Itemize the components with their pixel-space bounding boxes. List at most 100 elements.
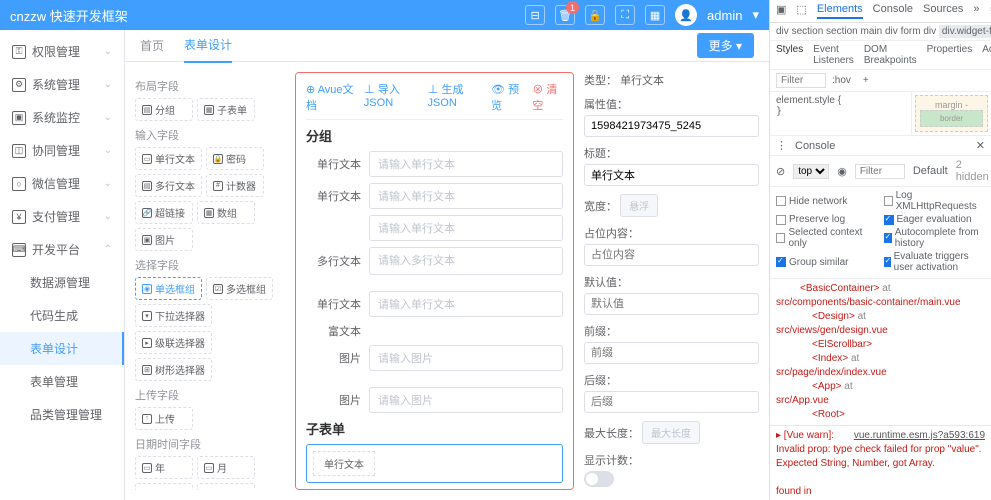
- palette-subform[interactable]: ▦子表单: [197, 98, 255, 121]
- sidebar-item-dev[interactable]: ⌨开发平台⌃: [0, 233, 124, 266]
- text-input[interactable]: 请输入单行文本: [369, 291, 563, 317]
- palette-upload[interactable]: ↑上传: [135, 407, 193, 430]
- username[interactable]: admin: [707, 8, 742, 23]
- tab-console[interactable]: Console: [873, 3, 913, 19]
- prop-ph-input[interactable]: [584, 244, 759, 266]
- source-link[interactable]: vue.runtime.esm.js?a593:619: [854, 429, 985, 443]
- close-icon[interactable]: ✕: [976, 139, 985, 152]
- palette-array[interactable]: ▦数组: [197, 201, 255, 224]
- tab-sources[interactable]: Sources: [923, 3, 963, 19]
- palette-radio[interactable]: ◉单选框组: [135, 277, 202, 300]
- device-icon[interactable]: ⬚: [796, 3, 806, 19]
- tab-listeners[interactable]: Event Listeners: [813, 44, 854, 66]
- doc-button[interactable]: ⊕ Avue文档: [306, 81, 356, 113]
- log-xhr-checkbox[interactable]: [884, 196, 893, 206]
- width-button[interactable]: 悬浮: [620, 194, 658, 217]
- grid-icon[interactable]: ▦: [645, 5, 665, 25]
- console-toggle[interactable]: ⋮: [776, 139, 787, 152]
- tab-elements[interactable]: Elements: [817, 3, 863, 19]
- sidebar-item-wechat[interactable]: ○微信管理⌄: [0, 167, 124, 200]
- clear-console[interactable]: ⊘: [776, 165, 785, 178]
- text-input[interactable]: 请输入单行文本: [369, 215, 563, 241]
- sidebar-item-pay[interactable]: ¥支付管理⌄: [0, 200, 124, 233]
- text-input[interactable]: 请输入图片: [369, 345, 563, 371]
- eager-eval-checkbox[interactable]: [884, 215, 894, 225]
- palette-year[interactable]: ▭年: [135, 456, 193, 479]
- eye-icon[interactable]: ◉: [837, 165, 847, 178]
- prop-attr-input[interactable]: [584, 115, 759, 137]
- sidebar-item-category[interactable]: 品类管理管理: [0, 398, 124, 431]
- palette-link[interactable]: 🔗超链接: [135, 201, 193, 224]
- sidebar-item-auth[interactable]: ⚿权限管理⌄: [0, 35, 124, 68]
- sidebar-item-monitor[interactable]: ▣系统监控⌄: [0, 101, 124, 134]
- text-input[interactable]: 请输入图片: [369, 387, 563, 413]
- inbox-icon[interactable]: ⊟: [525, 5, 545, 25]
- avatar[interactable]: 👤: [675, 4, 697, 26]
- context-only-checkbox[interactable]: [776, 233, 785, 243]
- styles-filter[interactable]: [776, 73, 826, 88]
- eval-triggers-checkbox[interactable]: [884, 257, 891, 267]
- palette-select[interactable]: ▾下拉选择器: [135, 304, 212, 327]
- preserve-log-checkbox[interactable]: [776, 215, 786, 225]
- dom-breadcrumb[interactable]: div section section main div form div di…: [770, 23, 991, 41]
- form-canvas[interactable]: ⊕ Avue文档 ⊥ 导入JSON ⊥ 生成JSON 👁 预览 ⊗ 清空 分组 …: [295, 72, 574, 490]
- sidebar-item-system[interactable]: ⚙系统管理⌄: [0, 68, 124, 101]
- palette-checkbox[interactable]: ☑多选框组: [206, 277, 273, 300]
- tab-styles[interactable]: Styles: [776, 44, 803, 66]
- text-input[interactable]: 请输入单行文本: [369, 151, 563, 177]
- lock-icon[interactable]: 🔒: [585, 5, 605, 25]
- hov-toggle[interactable]: :hov: [832, 75, 851, 86]
- autocomplete-checkbox[interactable]: [884, 233, 892, 243]
- console-log[interactable]: <BasicContainer> at src/components/basic…: [770, 279, 991, 500]
- add-style[interactable]: +: [863, 75, 869, 86]
- group-similar-checkbox[interactable]: [776, 257, 786, 267]
- tab-a11y[interactable]: Accessibility: [982, 44, 991, 66]
- prop-title-input[interactable]: [584, 164, 759, 186]
- palette-text[interactable]: ▭单行文本: [135, 147, 202, 170]
- prop-prepend-input[interactable]: [584, 342, 759, 364]
- box-model[interactable]: margin -border: [911, 92, 991, 135]
- tab-home[interactable]: 首页: [140, 30, 164, 62]
- chevron-down-icon[interactable]: ▾: [752, 7, 759, 23]
- palette-password[interactable]: 🔒密码: [206, 147, 264, 170]
- palette-image[interactable]: ▣图片: [135, 228, 193, 251]
- export-button[interactable]: ⊥ 生成JSON: [427, 81, 483, 113]
- hide-network-checkbox[interactable]: [776, 196, 786, 206]
- tab-props[interactable]: Properties: [927, 44, 973, 66]
- more-button[interactable]: 更多 ▾: [697, 33, 754, 58]
- import-button[interactable]: ⊥ 导入JSON: [364, 81, 420, 113]
- sidebar-item-formdesign[interactable]: 表单设计: [0, 332, 124, 365]
- sidebar-item-codegen[interactable]: 代码生成: [0, 299, 124, 332]
- sidebar-item-collab[interactable]: ◫协同管理⌄: [0, 134, 124, 167]
- context-select[interactable]: top: [793, 164, 829, 179]
- prop-append-input[interactable]: [584, 391, 759, 413]
- palette-group[interactable]: ▤分组: [135, 98, 193, 121]
- sidebar-item-formmgmt[interactable]: 表单管理: [0, 365, 124, 398]
- showlimit-switch[interactable]: [584, 471, 614, 487]
- subform-area[interactable]: 单行文本: [306, 444, 563, 483]
- palette-date[interactable]: ▭日期: [197, 483, 255, 490]
- tab-formdesign[interactable]: 表单设计: [184, 30, 232, 63]
- style-rules[interactable]: element.style {}: [770, 92, 911, 135]
- more-tabs[interactable]: »: [973, 3, 979, 19]
- palette-cascader[interactable]: ▸级联选择器: [135, 331, 212, 354]
- textarea-input[interactable]: 请输入多行文本: [369, 247, 563, 275]
- fullscreen-icon[interactable]: ⛶: [615, 5, 635, 25]
- preview-button[interactable]: 👁 预览: [491, 81, 524, 113]
- subform-item[interactable]: 单行文本: [313, 451, 375, 476]
- palette-tree[interactable]: ⊞树形选择器: [135, 358, 212, 381]
- palette-textarea[interactable]: ▤多行文本: [135, 174, 202, 197]
- palette-month[interactable]: ▭月: [197, 456, 255, 479]
- prop-default-input[interactable]: [584, 293, 759, 315]
- clear-button[interactable]: ⊗ 清空: [532, 81, 563, 113]
- maxlen-button[interactable]: 最大长度: [642, 421, 700, 444]
- inspect-icon[interactable]: ▣: [776, 3, 786, 19]
- level-select[interactable]: Default: [913, 165, 948, 177]
- notification-icon[interactable]: 🗑1: [555, 5, 575, 25]
- palette-week[interactable]: ▭周: [135, 483, 193, 490]
- palette-counter[interactable]: #计数器: [206, 174, 264, 197]
- tab-dombp[interactable]: DOM Breakpoints: [864, 44, 917, 66]
- sidebar-item-datasource[interactable]: 数据源管理: [0, 266, 124, 299]
- console-filter[interactable]: [855, 164, 905, 179]
- text-input[interactable]: 请输入单行文本: [369, 183, 563, 209]
